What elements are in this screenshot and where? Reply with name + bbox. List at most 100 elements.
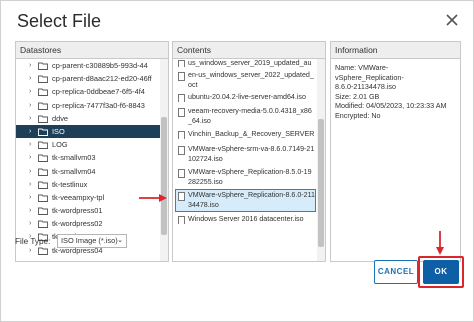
datastore-item[interactable]: › cp-parent-c30889b5-993d-44: [16, 59, 160, 72]
chevron-down-icon: ⌄: [117, 237, 123, 244]
file-item[interactable]: Windows Server 2016 datacenter.iso: [176, 214, 315, 224]
datastore-label: tk-smallvm03: [52, 153, 96, 163]
file-item[interactable]: VMWare-vSphere_Replication-8.6.0-2113447…: [175, 189, 316, 212]
folder-icon: [38, 115, 48, 123]
datastore-item[interactable]: › tk-smallvm03: [16, 151, 160, 164]
file-label: VMWare-vSphere_Replication-8.5.0-1928225…: [188, 168, 312, 186]
file-item[interactable]: veeam-recovery-media-5.0.0.4318_x86_64.i…: [176, 106, 315, 126]
file-item[interactable]: Vinchin_Backup_&_Recovery_SERVER_V6: [176, 129, 315, 139]
datastore-label: tk-smallvm04: [52, 166, 96, 176]
info-line: Size: 2.01 GB: [335, 91, 380, 101]
file-type-select[interactable]: ISO Image (*.iso) ⌄: [57, 234, 127, 248]
datastore-label: tk-testlinux: [52, 179, 88, 189]
select-file-dialog: Select File Datastores › cp-parent-c30889…: [0, 0, 474, 322]
datastore-item[interactable]: › ISO: [16, 124, 160, 139]
datastores-panel: Datastores › cp-parent-c30889b5-993d-44 › c…: [15, 41, 169, 262]
info-line: Modified: 04/05/2023, 10:23:33 AM: [335, 101, 447, 111]
file-icon: [178, 60, 185, 67]
annotation-arrow-right-icon: [139, 194, 167, 202]
chevron-right-icon[interactable]: ›: [29, 217, 31, 230]
folder-icon: [38, 207, 48, 216]
chevron-right-icon[interactable]: ›: [29, 99, 31, 112]
folder-icon: [38, 75, 48, 84]
file-icon: [178, 169, 185, 178]
folder-icon: [38, 181, 48, 189]
file-item[interactable]: VMWare-vSphere_Replication-8.5.0-1928225…: [176, 167, 315, 187]
chevron-right-icon[interactable]: ›: [29, 112, 31, 125]
datastore-label: tk-veeampxy-tpl: [52, 192, 105, 202]
close-icon[interactable]: [443, 11, 461, 29]
file-icon: [178, 131, 185, 139]
datastore-item[interactable]: › cp-replica-7477f3a0-f6-8843: [16, 99, 160, 112]
file-item[interactable]: en-us_windows_server_2022_updated_oct: [176, 70, 315, 90]
file-label: VMWare-vSphere-srm-va-8.6.0.7149-2110272…: [188, 145, 315, 163]
ok-button[interactable]: OK: [423, 260, 459, 284]
chevron-right-icon[interactable]: ›: [29, 151, 31, 164]
file-item[interactable]: ubuntu-20.04.2-live-server-amd64.iso: [176, 92, 315, 102]
folder-icon: [38, 168, 48, 176]
datastore-item[interactable]: › LOG: [16, 138, 160, 151]
annotation-arrow-down-icon: [436, 231, 444, 255]
datastore-label: ddve: [52, 113, 69, 123]
datastore-label: cp-parent-c30889b5-993d-44: [52, 61, 148, 70]
chevron-right-icon[interactable]: ›: [29, 138, 31, 151]
datastore-label: ISO: [52, 126, 65, 136]
datastore-item[interactable]: › tk-wordpress02: [16, 217, 160, 230]
file-type-label: File Type:: [15, 237, 51, 246]
datastore-label: cp-replica-0ddbeae7-6f5-4f4: [52, 87, 145, 97]
file-icon: [178, 94, 185, 102]
datastore-item[interactable]: › tk-wordpress01: [16, 204, 160, 217]
folder-icon: [38, 194, 48, 202]
file-type-value: ISO Image (*.iso): [61, 236, 118, 245]
folder-icon: [38, 128, 48, 136]
information-details: Name: VMWare-vSphere_Replication- 8.6.0-2…: [335, 63, 456, 121]
file-icon: [178, 192, 185, 201]
info-line: Encrypted: No: [335, 110, 381, 120]
chevron-right-icon[interactable]: ›: [29, 125, 31, 138]
file-icon: [178, 146, 185, 155]
file-label: Windows Server 2016 datacenter.iso: [188, 215, 304, 223]
contents-list: us_windows_server_2019_updated_aug en-us_…: [173, 59, 317, 261]
file-icon: [178, 72, 185, 81]
scrollbar-thumb[interactable]: [161, 117, 167, 235]
cancel-button[interactable]: CANCEL: [374, 260, 418, 284]
datastore-item[interactable]: › tk-smallvm04: [16, 165, 160, 178]
folder-icon: [38, 141, 48, 150]
file-icon: [178, 108, 185, 117]
info-line: 8.6.0-21134478.iso: [335, 82, 397, 92]
chevron-right-icon[interactable]: ›: [29, 204, 31, 217]
datastore-label: cp-replica-7477f3a0-f6-8843: [52, 100, 145, 110]
datastore-item[interactable]: › tk-testlinux: [16, 178, 160, 191]
file-label: us_windows_server_2019_updated_aug: [188, 59, 312, 67]
file-label: VMWare-vSphere_Replication-8.6.0-2113447…: [188, 191, 315, 209]
chevron-right-icon[interactable]: ›: [29, 85, 31, 98]
file-label: Vinchin_Backup_&_Recovery_SERVER_V6: [188, 130, 315, 138]
contents-scrollbar[interactable]: [317, 59, 325, 261]
chevron-right-icon[interactable]: ›: [29, 178, 31, 191]
info-line: Name: VMWare-vSphere_Replication-: [335, 63, 404, 82]
folder-icon: [38, 62, 48, 70]
datastore-item[interactable]: › cp-parent-d8aac212-ed20-46ff: [16, 72, 160, 85]
file-icon: [178, 216, 185, 224]
folder-icon: [38, 154, 48, 163]
datastores-tree: › cp-parent-c30889b5-993d-44 › cp-parent-d8…: [16, 59, 160, 261]
chevron-right-icon[interactable]: ›: [29, 165, 31, 178]
chevron-right-icon[interactable]: ›: [29, 72, 31, 85]
chevron-right-icon[interactable]: ›: [29, 59, 31, 72]
information-header: Information: [331, 42, 460, 59]
datastore-label: tk-wordpress02: [52, 219, 103, 229]
datastores-scrollbar[interactable]: [160, 59, 168, 261]
datastores-header: Datastores: [16, 42, 168, 59]
file-label: ubuntu-20.04.2-live-server-amd64.iso: [188, 93, 306, 101]
datastore-item[interactable]: › ddve: [16, 112, 160, 125]
scrollbar-thumb[interactable]: [318, 119, 324, 247]
chevron-right-icon[interactable]: ›: [29, 191, 31, 204]
contents-panel: Contents us_windows_server_2019_updated_…: [172, 41, 326, 262]
file-item[interactable]: VMWare-vSphere-srm-va-8.6.0.7149-2110272…: [176, 144, 315, 164]
folder-icon: [38, 102, 48, 110]
file-item[interactable]: us_windows_server_2019_updated_aug: [176, 59, 315, 67]
file-label: veeam-recovery-media-5.0.0.4318_x86_64.i…: [188, 107, 312, 125]
file-label: en-us_windows_server_2022_updated_oct: [188, 71, 314, 89]
datastore-item[interactable]: › cp-replica-0ddbeae7-6f5-4f4: [16, 85, 160, 98]
datastore-label: cp-parent-d8aac212-ed20-46ff: [52, 74, 152, 84]
